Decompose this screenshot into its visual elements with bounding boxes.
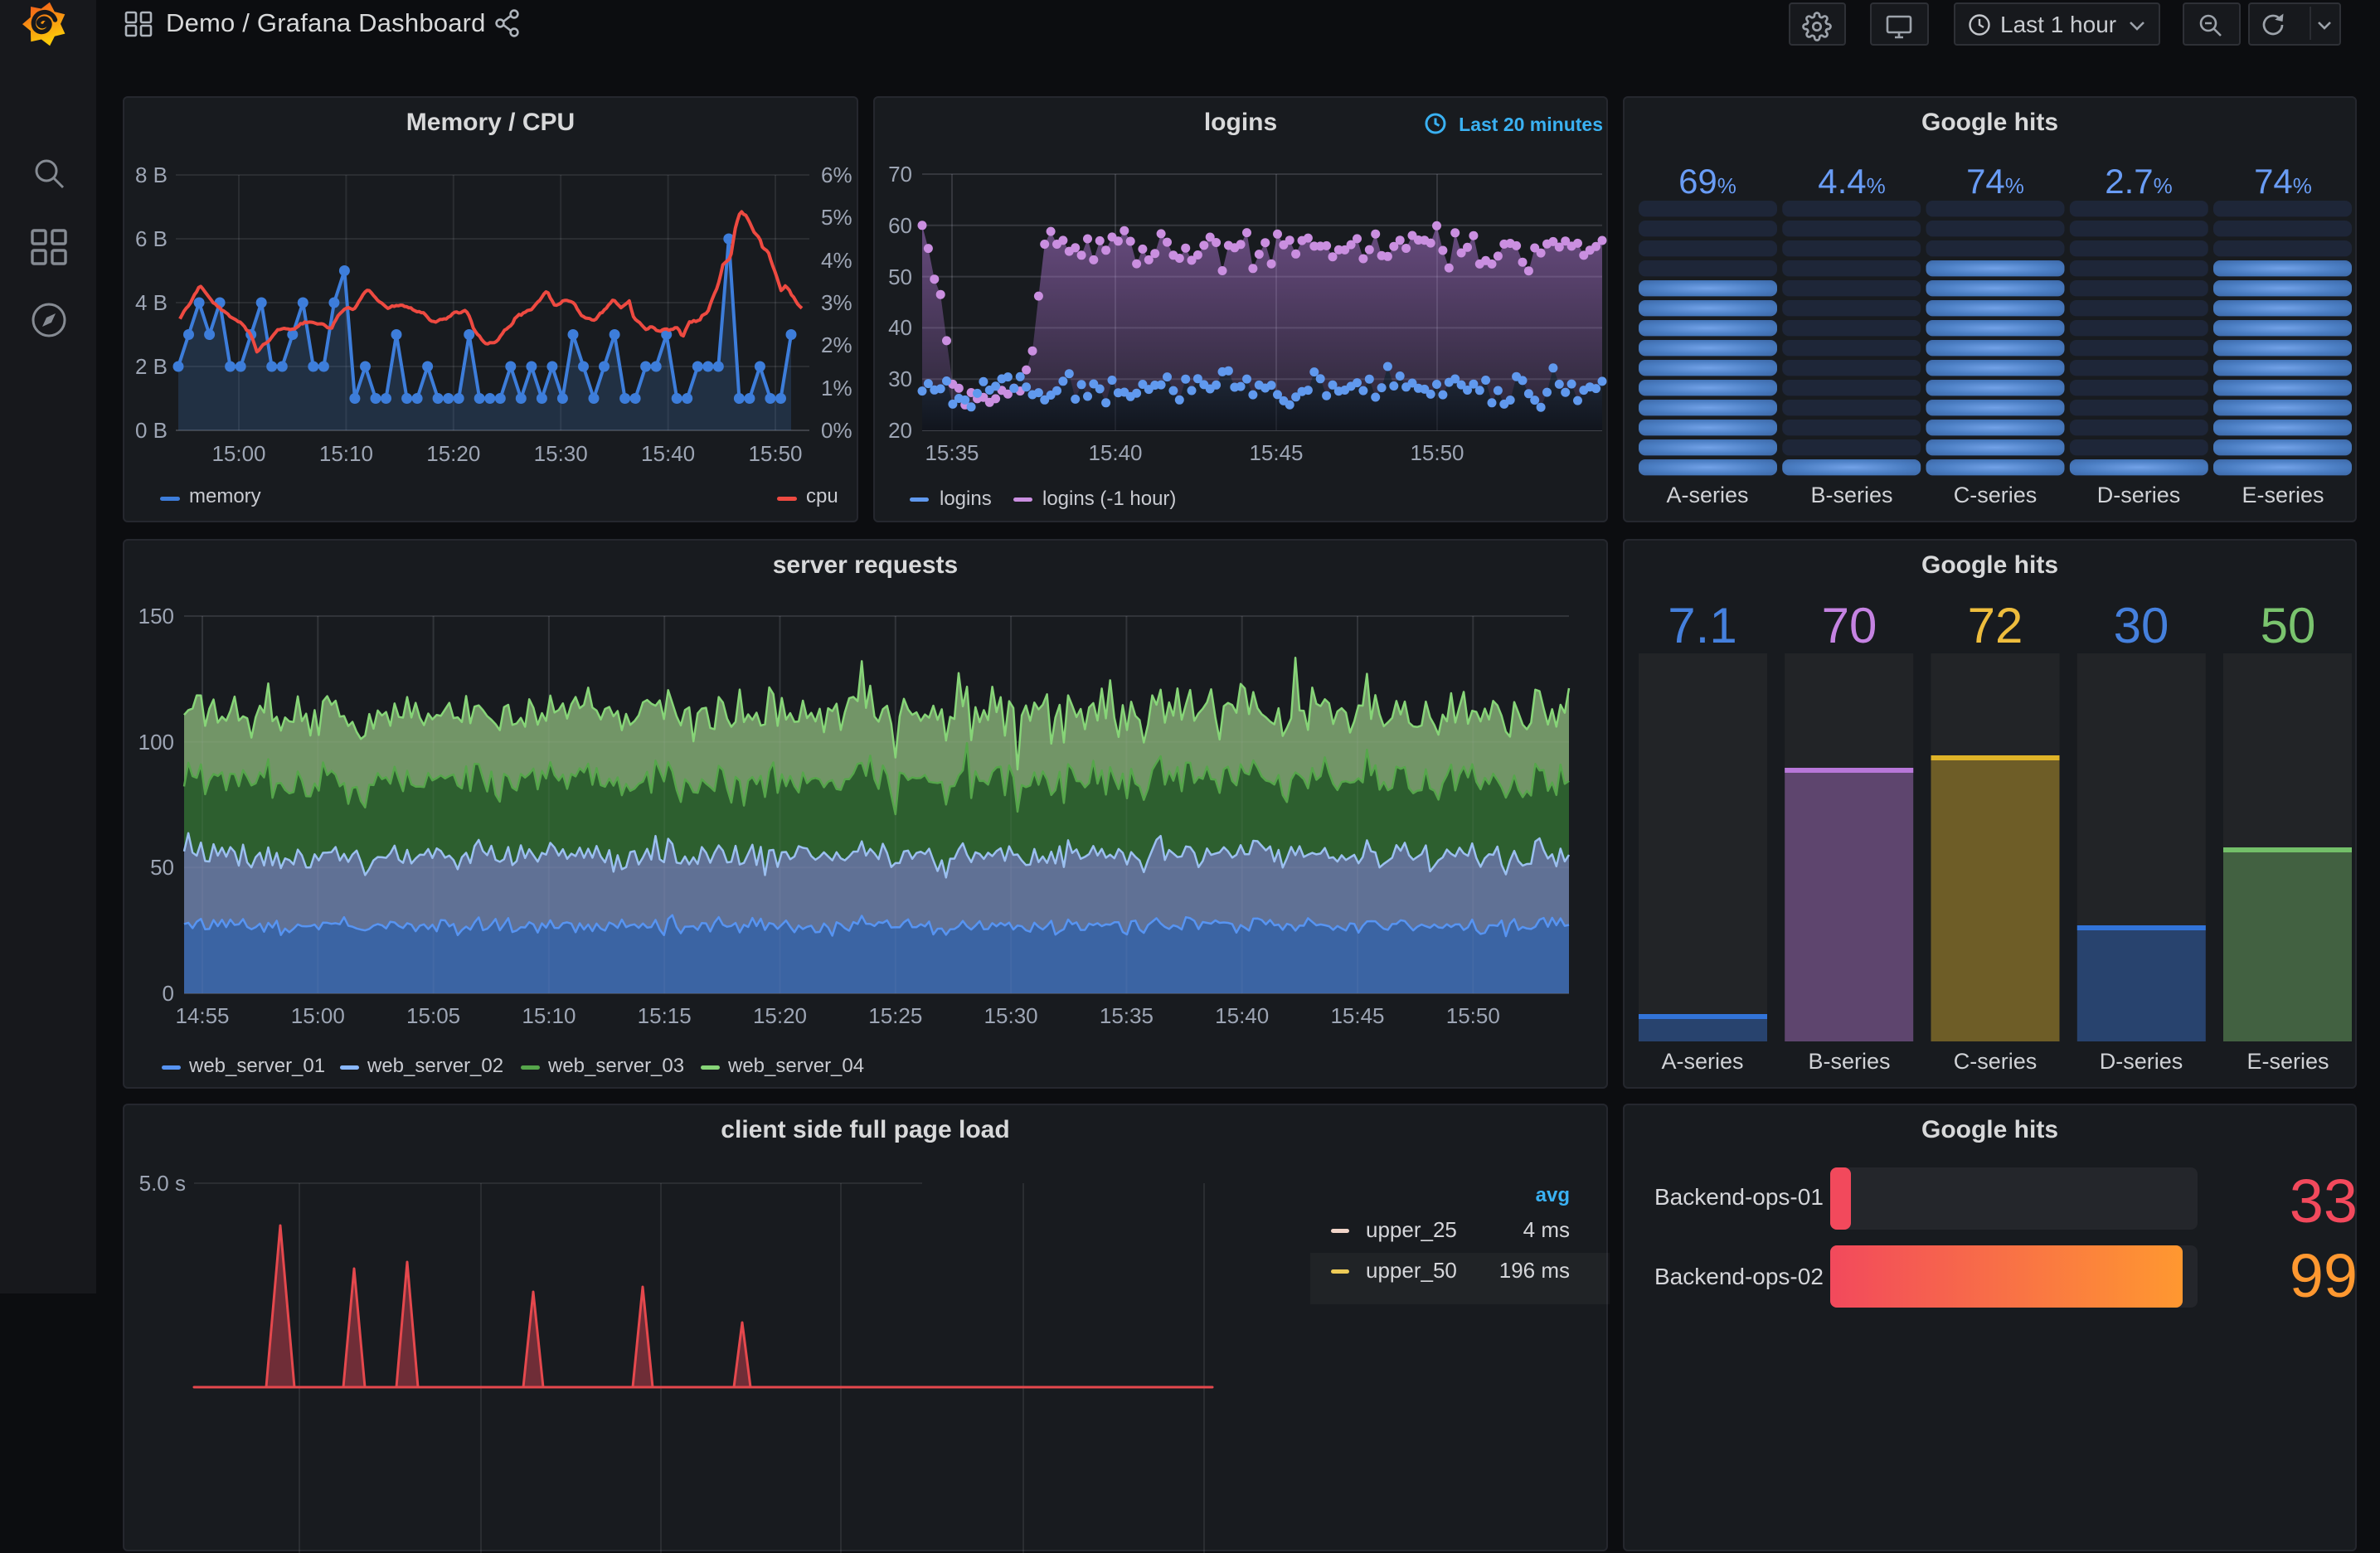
svg-text:E-series: E-series <box>2242 483 2324 507</box>
svg-text:30: 30 <box>888 366 912 391</box>
svg-text:69%: 69% <box>1678 162 1736 201</box>
svg-text:50: 50 <box>888 264 912 289</box>
svg-text:15:45: 15:45 <box>1330 1003 1384 1028</box>
svg-text:D-series: D-series <box>2100 1049 2183 1074</box>
svg-text:cpu: cpu <box>806 485 838 507</box>
svg-text:15:05: 15:05 <box>406 1003 460 1028</box>
svg-text:72: 72 <box>1968 598 2023 653</box>
svg-text:Backend-ops-02: Backend-ops-02 <box>1654 1264 1824 1289</box>
svg-text:4%: 4% <box>821 248 852 273</box>
svg-text:logins (-1 hour): logins (-1 hour) <box>1042 488 1176 510</box>
svg-text:logins: logins <box>940 488 992 510</box>
svg-text:100: 100 <box>138 730 174 755</box>
svg-text:8 B: 8 B <box>135 163 168 187</box>
svg-text:40: 40 <box>888 315 912 340</box>
svg-text:150: 150 <box>138 604 174 628</box>
svg-text:Last 20 minutes: Last 20 minutes <box>1459 114 1603 135</box>
svg-text:74%: 74% <box>2254 162 2312 201</box>
svg-text:15:15: 15:15 <box>638 1003 692 1028</box>
svg-text:5.0 s: 5.0 s <box>139 1171 186 1196</box>
svg-text:C-series: C-series <box>1954 1049 2038 1074</box>
svg-text:15:00: 15:00 <box>291 1003 345 1028</box>
svg-text:15:40: 15:40 <box>1215 1003 1269 1028</box>
svg-text:15:50: 15:50 <box>1446 1003 1500 1028</box>
svg-text:15:25: 15:25 <box>868 1003 922 1028</box>
svg-text:E-series: E-series <box>2246 1049 2329 1074</box>
svg-text:avg: avg <box>1536 1184 1570 1206</box>
svg-text:6%: 6% <box>821 163 852 187</box>
svg-text:D-series: D-series <box>2097 483 2181 507</box>
svg-text:Backend-ops-01: Backend-ops-01 <box>1654 1184 1824 1210</box>
svg-text:196 ms: 196 ms <box>1499 1258 1570 1283</box>
svg-text:15:00: 15:00 <box>211 441 265 466</box>
svg-text:50: 50 <box>150 855 174 880</box>
svg-text:0 B: 0 B <box>135 418 168 443</box>
svg-text:3%: 3% <box>821 290 852 315</box>
svg-text:7.1: 7.1 <box>1668 598 1736 653</box>
svg-text:60: 60 <box>888 213 912 238</box>
svg-text:15:20: 15:20 <box>426 441 480 466</box>
svg-text:2%: 2% <box>821 332 852 357</box>
svg-text:6 B: 6 B <box>135 226 168 251</box>
svg-text:14:55: 14:55 <box>175 1003 229 1028</box>
svg-text:15:10: 15:10 <box>522 1003 576 1028</box>
svg-text:5%: 5% <box>821 205 852 230</box>
svg-text:0%: 0% <box>821 418 852 443</box>
svg-text:0: 0 <box>163 981 174 1006</box>
svg-text:B-series: B-series <box>1810 483 1892 507</box>
svg-text:web_server_04: web_server_04 <box>727 1055 864 1077</box>
svg-text:15:10: 15:10 <box>319 441 373 466</box>
svg-text:20: 20 <box>888 418 912 443</box>
svg-text:74%: 74% <box>1966 162 2024 201</box>
svg-text:A-series: A-series <box>1661 1049 1743 1074</box>
svg-text:15:30: 15:30 <box>534 441 588 466</box>
svg-text:15:35: 15:35 <box>1100 1003 1154 1028</box>
svg-text:15:20: 15:20 <box>753 1003 807 1028</box>
svg-text:4.4%: 4.4% <box>1818 162 1886 201</box>
svg-text:2 B: 2 B <box>135 354 168 379</box>
svg-text:15:40: 15:40 <box>1088 440 1142 465</box>
svg-text:upper_50: upper_50 <box>1366 1258 1457 1283</box>
svg-text:15:30: 15:30 <box>984 1003 1038 1028</box>
svg-text:70: 70 <box>1822 598 1877 653</box>
svg-text:50: 50 <box>2261 598 2316 653</box>
svg-text:30: 30 <box>2114 598 2169 653</box>
svg-text:15:50: 15:50 <box>748 441 802 466</box>
svg-text:33: 33 <box>2290 1167 2358 1235</box>
svg-text:B-series: B-series <box>1808 1049 1890 1074</box>
svg-text:upper_25: upper_25 <box>1366 1217 1457 1242</box>
svg-text:web_server_03: web_server_03 <box>547 1055 684 1077</box>
svg-text:70: 70 <box>888 162 912 187</box>
svg-text:A-series: A-series <box>1666 483 1748 507</box>
svg-text:2.7%: 2.7% <box>2105 162 2173 201</box>
svg-text:15:50: 15:50 <box>1410 440 1464 465</box>
svg-text:4 B: 4 B <box>135 290 168 315</box>
svg-text:memory: memory <box>189 485 261 507</box>
svg-text:web_server_02: web_server_02 <box>367 1055 503 1077</box>
svg-text:99: 99 <box>2290 1241 2358 1310</box>
svg-text:4 ms: 4 ms <box>1523 1217 1570 1242</box>
svg-text:15:45: 15:45 <box>1249 440 1303 465</box>
svg-text:15:40: 15:40 <box>641 441 695 466</box>
svg-text:1%: 1% <box>821 376 852 400</box>
svg-text:C-series: C-series <box>1954 483 2038 507</box>
svg-text:web_server_01: web_server_01 <box>188 1055 325 1077</box>
svg-text:15:35: 15:35 <box>925 440 979 465</box>
